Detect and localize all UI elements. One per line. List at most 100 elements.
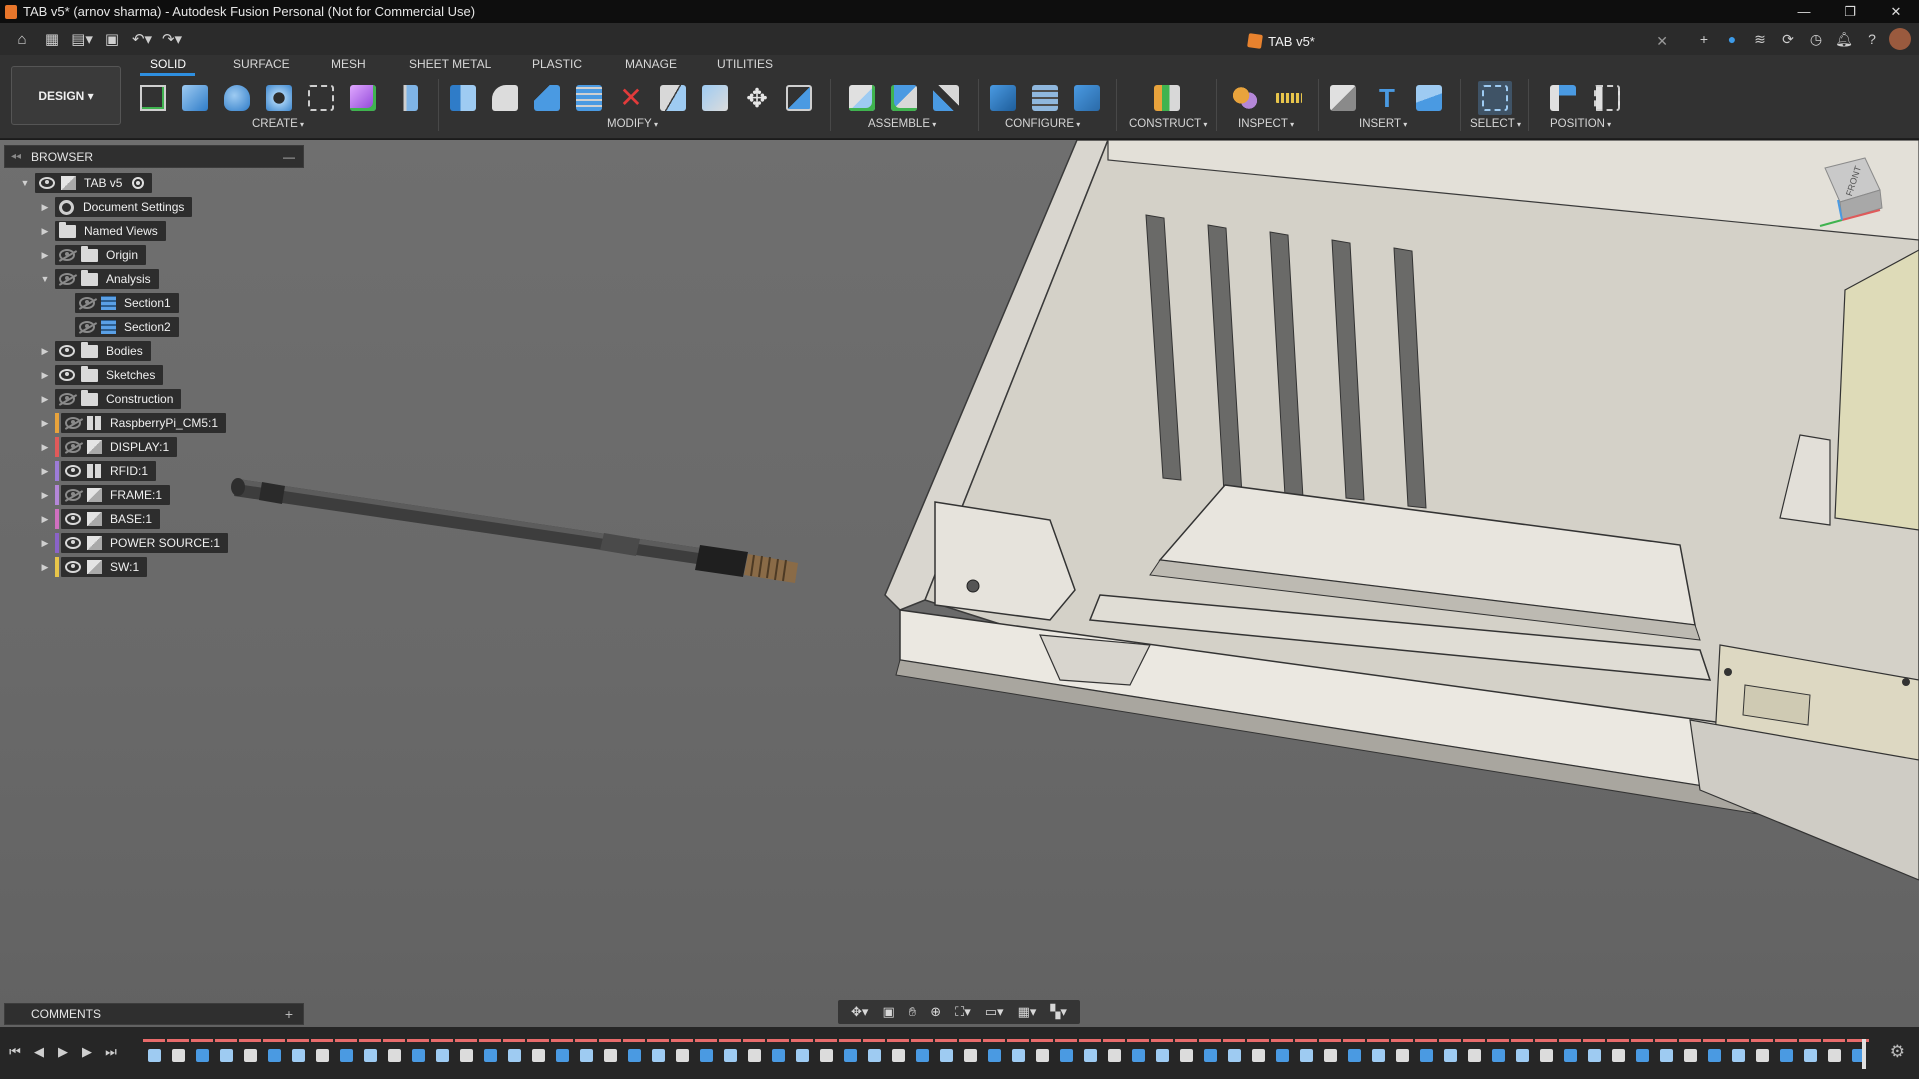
configure-design-icon[interactable] bbox=[986, 81, 1020, 115]
browser-item-named-views[interactable]: ▶ Named Views bbox=[39, 221, 166, 241]
timeline-feature-icon[interactable] bbox=[1156, 1049, 1169, 1062]
configuration-rules-icon[interactable] bbox=[1070, 81, 1104, 115]
display-settings-icon[interactable]: ▭▾ bbox=[985, 1004, 1004, 1020]
timeline-feature-icon[interactable] bbox=[892, 1049, 905, 1062]
group-position[interactable]: POSITION bbox=[1550, 118, 1611, 130]
help-icon[interactable]: ? bbox=[1861, 28, 1883, 50]
avatar[interactable] bbox=[1889, 28, 1911, 50]
tab-solid[interactable]: SOLID bbox=[150, 57, 186, 71]
timeline-track[interactable] bbox=[143, 1039, 1870, 1069]
expand-arrow-icon[interactable]: ▶ bbox=[39, 418, 51, 429]
timeline-feature-icon[interactable] bbox=[748, 1049, 761, 1062]
timeline-feature-icon[interactable] bbox=[1372, 1049, 1385, 1062]
browser-item-raspberrypi[interactable]: ▶ RaspberryPi_CM5:1 bbox=[39, 413, 227, 433]
timeline-feature-icon[interactable] bbox=[1060, 1049, 1073, 1062]
save-icon[interactable]: ▣ bbox=[100, 28, 124, 50]
delete-icon[interactable]: ✕ bbox=[614, 81, 648, 115]
expand-arrow-icon[interactable]: ▶ bbox=[39, 562, 51, 573]
move-copy-icon[interactable]: ✥ bbox=[740, 81, 774, 115]
group-create[interactable]: CREATE bbox=[252, 118, 304, 130]
notifications-icon[interactable]: 🔔︎ bbox=[1833, 28, 1855, 50]
browser-item-construction[interactable]: ▶ Construction bbox=[39, 389, 182, 409]
minimize-button[interactable]: — bbox=[1781, 0, 1827, 23]
timeline-feature-icon[interactable] bbox=[844, 1049, 857, 1062]
step-back-icon[interactable]: ◀ bbox=[32, 1044, 46, 1060]
timeline-feature-icon[interactable] bbox=[1732, 1049, 1745, 1062]
timeline-feature-icon[interactable] bbox=[1396, 1049, 1409, 1062]
split-body-icon[interactable] bbox=[656, 81, 690, 115]
expand-arrow-icon[interactable]: ▶ bbox=[39, 202, 51, 213]
group-configure[interactable]: CONFIGURE bbox=[1005, 118, 1080, 130]
visibility-eye-icon[interactable] bbox=[65, 513, 81, 525]
timeline-feature-icon[interactable] bbox=[1516, 1049, 1529, 1062]
timeline-feature-icon[interactable] bbox=[772, 1049, 785, 1062]
maximize-button[interactable]: ❐ bbox=[1827, 0, 1873, 23]
timeline-feature-icon[interactable] bbox=[1132, 1049, 1145, 1062]
timeline-feature-icon[interactable] bbox=[868, 1049, 881, 1062]
group-assemble[interactable]: ASSEMBLE bbox=[868, 118, 936, 130]
timeline-feature-icon[interactable] bbox=[1420, 1049, 1433, 1062]
timeline-feature-icon[interactable] bbox=[1756, 1049, 1769, 1062]
timeline-feature-icon[interactable] bbox=[1780, 1049, 1793, 1062]
press-pull-icon[interactable] bbox=[446, 81, 480, 115]
timeline-feature-icon[interactable] bbox=[940, 1049, 953, 1062]
browser-item-rfid[interactable]: ▶ RFID:1 bbox=[39, 461, 157, 481]
redo-icon[interactable]: ↷▾ bbox=[160, 28, 184, 50]
timeline-feature-icon[interactable] bbox=[1828, 1049, 1841, 1062]
expand-arrow-icon[interactable]: ▶ bbox=[39, 466, 51, 477]
browser-item-origin[interactable]: ▶ Origin bbox=[39, 245, 147, 265]
timeline-feature-icon[interactable] bbox=[244, 1049, 257, 1062]
hidden-eye-icon[interactable] bbox=[79, 297, 95, 309]
timeline-feature-icon[interactable] bbox=[604, 1049, 617, 1062]
browser-item-power-source[interactable]: ▶ POWER SOURCE:1 bbox=[39, 533, 229, 553]
timeline-feature-icon[interactable] bbox=[1684, 1049, 1697, 1062]
timeline-feature-icon[interactable] bbox=[988, 1049, 1001, 1062]
timeline-feature-icon[interactable] bbox=[1804, 1049, 1817, 1062]
orbit-icon[interactable]: ✥▾ bbox=[851, 1004, 868, 1020]
insert-image-icon[interactable] bbox=[1412, 81, 1446, 115]
document-tab[interactable]: TAB v5* ✕ bbox=[895, 27, 1668, 55]
grid-icon[interactable]: ▦ bbox=[40, 28, 64, 50]
timeline-feature-icon[interactable] bbox=[628, 1049, 641, 1062]
timeline-feature-icon[interactable] bbox=[316, 1049, 329, 1062]
mirror-icon[interactable] bbox=[388, 81, 422, 115]
collapse-arrow-icon[interactable]: ▼ bbox=[39, 274, 51, 284]
timeline-feature-icon[interactable] bbox=[268, 1049, 281, 1062]
group-insert[interactable]: INSERT bbox=[1359, 118, 1407, 130]
go-to-end-icon[interactable]: ⏭ bbox=[104, 1044, 118, 1060]
timeline-feature-icon[interactable] bbox=[820, 1049, 833, 1062]
timeline-feature-icon[interactable] bbox=[1276, 1049, 1289, 1062]
timeline-feature-icon[interactable] bbox=[580, 1049, 593, 1062]
timeline-feature-icon[interactable] bbox=[460, 1049, 473, 1062]
group-inspect[interactable]: INSPECT bbox=[1238, 118, 1294, 130]
browser-item-frame[interactable]: ▶ FRAME:1 bbox=[39, 485, 171, 505]
offset-plane-icon[interactable] bbox=[1150, 81, 1184, 115]
viewports-icon[interactable]: ▚▾ bbox=[1050, 1004, 1067, 1020]
visibility-eye-icon[interactable] bbox=[39, 177, 55, 189]
tab-plastic[interactable]: PLASTIC bbox=[532, 57, 582, 71]
browser-header[interactable]: ◂◂ BROWSER — bbox=[4, 145, 304, 168]
look-at-icon[interactable]: ▣ bbox=[882, 1004, 894, 1020]
expand-arrow-icon[interactable]: ▶ bbox=[39, 394, 51, 405]
home-icon[interactable]: ⌂ bbox=[10, 28, 34, 50]
expand-arrow-icon[interactable]: ▶ bbox=[39, 226, 51, 237]
timeline-feature-icon[interactable] bbox=[1660, 1049, 1673, 1062]
workspace-switcher[interactable]: DESIGN ▾ bbox=[11, 66, 121, 125]
timeline-feature-icon[interactable] bbox=[364, 1049, 377, 1062]
timeline-feature-icon[interactable] bbox=[724, 1049, 737, 1062]
timeline-feature-icon[interactable] bbox=[172, 1049, 185, 1062]
collapse-arrow-icon[interactable]: ▼ bbox=[19, 178, 31, 188]
timeline-feature-icon[interactable] bbox=[436, 1049, 449, 1062]
chamfer-icon[interactable] bbox=[530, 81, 564, 115]
browser-item-display[interactable]: ▶ DISPLAY:1 bbox=[39, 437, 178, 457]
timeline-feature-icon[interactable] bbox=[1324, 1049, 1337, 1062]
timeline-feature-icon[interactable] bbox=[1636, 1049, 1649, 1062]
timeline-feature-icon[interactable] bbox=[1300, 1049, 1313, 1062]
browser-item-section1[interactable]: Section1 bbox=[59, 293, 179, 313]
expand-arrow-icon[interactable]: ▶ bbox=[39, 514, 51, 525]
timeline-feature-icon[interactable] bbox=[1492, 1049, 1505, 1062]
visibility-eye-icon[interactable] bbox=[65, 537, 81, 549]
visibility-eye-icon[interactable] bbox=[65, 561, 81, 573]
expand-arrow-icon[interactable]: ▶ bbox=[39, 442, 51, 453]
timeline-feature-icon[interactable] bbox=[532, 1049, 545, 1062]
